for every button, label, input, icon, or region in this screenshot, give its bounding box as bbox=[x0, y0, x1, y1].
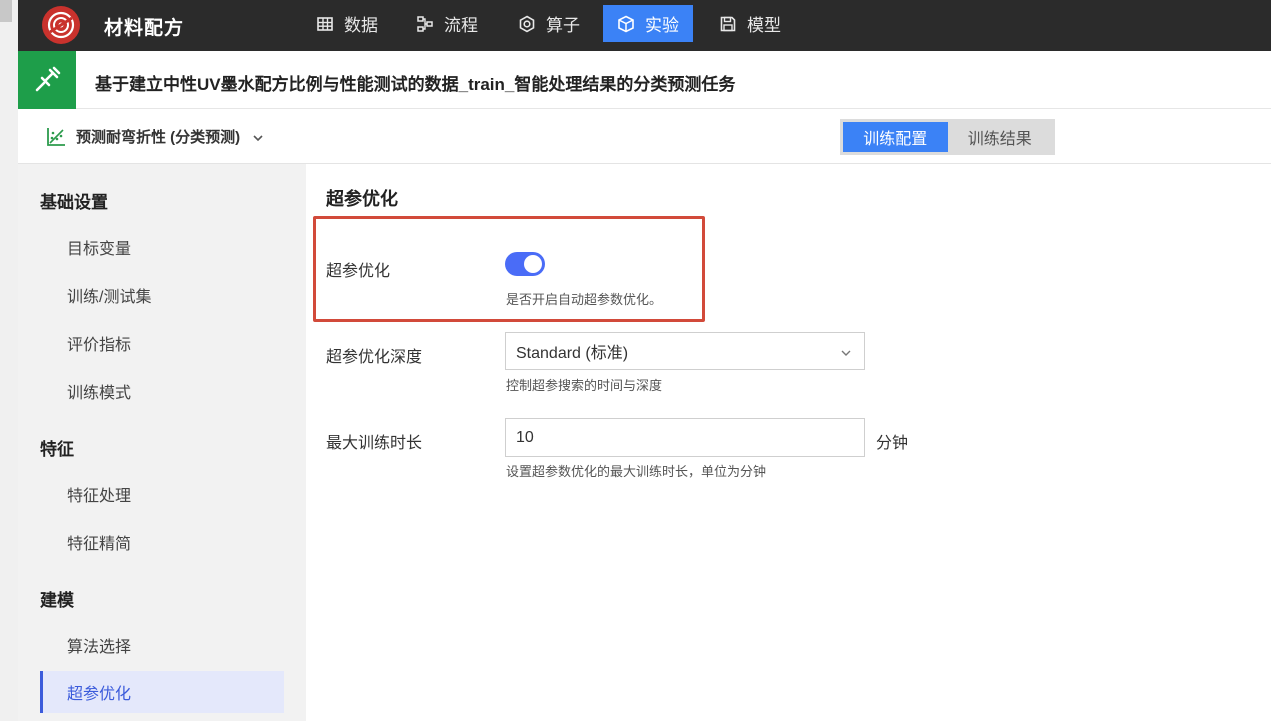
window-edge bbox=[0, 0, 18, 721]
max-train-time-input[interactable] bbox=[505, 418, 865, 457]
hpo-toggle-hint: 是否开启自动超参数优化。 bbox=[506, 292, 663, 307]
sidebar-item-train-test-split[interactable]: 训练/测试集 bbox=[40, 274, 284, 316]
task-title: 基于建立中性UV墨水配方比例与性能测试的数据_train_智能处理结果的分类预测… bbox=[95, 75, 736, 94]
hpo-toggle[interactable] bbox=[505, 252, 545, 276]
sidebar-section-modeling: 建模 bbox=[40, 591, 74, 610]
hpo-depth-select[interactable]: Standard (标准) bbox=[505, 332, 865, 370]
sidebar-item-training-mode[interactable]: 训练模式 bbox=[40, 370, 284, 412]
max-train-time-hint: 设置超参数优化的最大训练时长，单位为分钟 bbox=[506, 464, 767, 479]
app-title: 材料配方 bbox=[104, 18, 185, 39]
sidebar-section-features: 特征 bbox=[40, 440, 74, 459]
experiment-tools-icon bbox=[35, 66, 61, 92]
sub-toolbar: 预测耐弯折性 (分类预测) 训练配置 训练结果 bbox=[18, 110, 1271, 164]
panel-title: 超参优化 bbox=[326, 189, 398, 209]
task-selector[interactable]: 预测耐弯折性 (分类预测) bbox=[46, 126, 264, 147]
top-navbar: 材料配方 数据 流程 算子 实验 模型 bbox=[18, 0, 1271, 51]
hpo-depth-value: Standard (标准) bbox=[516, 345, 629, 362]
task-selector-label: 预测耐弯折性 (分类预测) bbox=[76, 129, 241, 146]
cube-icon bbox=[617, 15, 635, 33]
chevron-down-icon bbox=[252, 131, 264, 143]
settings-sidebar: 基础设置 目标变量 训练/测试集 评价指标 训练模式 特征 特征处理 特征精简 … bbox=[18, 164, 306, 721]
max-train-time-unit: 分钟 bbox=[876, 435, 909, 452]
tab-training-results[interactable]: 训练结果 bbox=[948, 122, 1053, 152]
max-train-time-label: 最大训练时长 bbox=[326, 435, 423, 452]
nav-item-experiment[interactable]: 实验 bbox=[603, 5, 693, 42]
flow-icon bbox=[416, 15, 434, 33]
hpo-toggle-label: 超参优化 bbox=[326, 263, 391, 280]
nav-item-operator[interactable]: 算子 bbox=[504, 5, 594, 42]
hpo-depth-label: 超参优化深度 bbox=[326, 349, 423, 366]
nav-item-flow-label: 流程 bbox=[444, 16, 478, 35]
app-logo-icon[interactable] bbox=[42, 6, 80, 44]
hpo-depth-hint: 控制超参搜索的时间与深度 bbox=[506, 378, 663, 393]
nav-item-data[interactable]: 数据 bbox=[302, 5, 392, 42]
tab-training-config[interactable]: 训练配置 bbox=[843, 122, 948, 152]
nav-item-flow[interactable]: 流程 bbox=[402, 5, 492, 42]
task-header: 基于建立中性UV墨水配方比例与性能测试的数据_train_智能处理结果的分类预测… bbox=[18, 51, 1271, 109]
sidebar-item-feature-selection[interactable]: 特征精简 bbox=[40, 521, 284, 563]
toggle-knob bbox=[524, 255, 542, 273]
table-icon bbox=[316, 15, 334, 33]
operator-icon bbox=[518, 15, 536, 33]
nav-item-data-label: 数据 bbox=[344, 16, 378, 35]
sidebar-item-target-variable[interactable]: 目标变量 bbox=[40, 226, 284, 268]
save-icon bbox=[719, 15, 737, 33]
sidebar-item-metrics[interactable]: 评价指标 bbox=[40, 322, 284, 364]
sidebar-section-basic: 基础设置 bbox=[40, 193, 108, 212]
view-tabs: 训练配置 训练结果 bbox=[840, 119, 1055, 155]
nav-item-model-label: 模型 bbox=[747, 16, 781, 35]
nav-item-model[interactable]: 模型 bbox=[705, 5, 795, 42]
experiment-badge bbox=[18, 51, 76, 109]
sidebar-item-algorithm[interactable]: 算法选择 bbox=[40, 624, 284, 666]
config-panel: 超参优化 超参优化 是否开启自动超参数优化。 超参优化深度 Standard (… bbox=[306, 164, 1271, 721]
sidebar-item-hyperparameter-opt[interactable]: 超参优化 bbox=[40, 671, 284, 713]
window-edge-cap bbox=[0, 0, 12, 22]
chevron-down-icon bbox=[840, 346, 852, 358]
scatter-chart-icon bbox=[46, 127, 66, 147]
sidebar-item-feature-processing[interactable]: 特征处理 bbox=[40, 473, 284, 515]
nav-item-operator-label: 算子 bbox=[546, 16, 580, 35]
nav-item-experiment-label: 实验 bbox=[645, 16, 679, 35]
